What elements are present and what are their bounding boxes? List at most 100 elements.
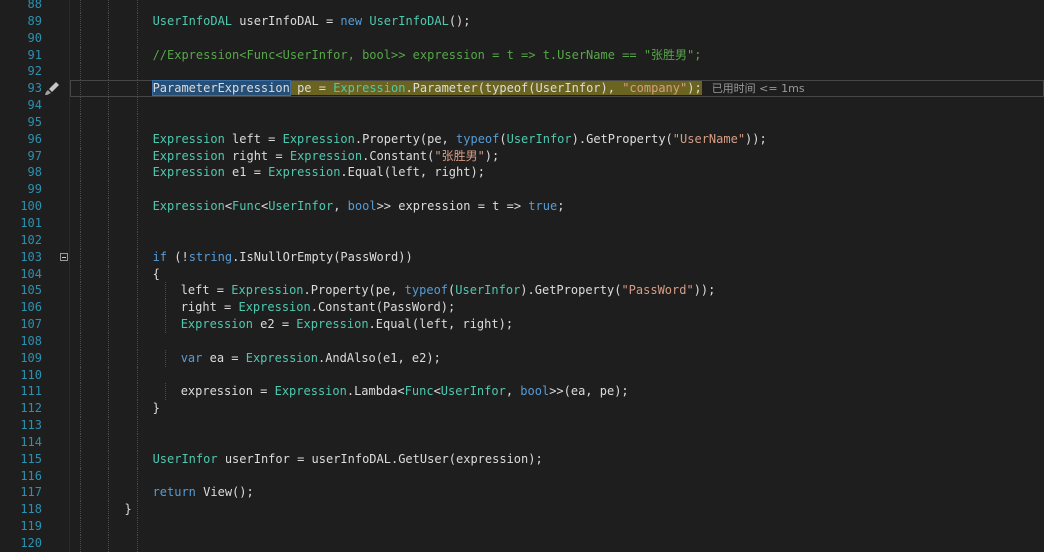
- code-line[interactable]: 119: [0, 518, 1044, 535]
- code-line[interactable]: 111 expression = Expression.Lambda<Func<U…: [0, 383, 1044, 401]
- code-line[interactable]: 106 right = Expression.Constant(PassWord)…: [0, 299, 1044, 317]
- code-text[interactable]: if (!string.IsNullOrEmpty(PassWord)): [153, 249, 413, 266]
- code-line[interactable]: 90: [0, 29, 1044, 47]
- code-line[interactable]: 105 left = Expression.Property(pe, typeof…: [0, 282, 1044, 300]
- indent-guide: [108, 400, 110, 418]
- indent-guide: [108, 433, 110, 451]
- collapse-minus-icon[interactable]: [60, 252, 68, 261]
- code-text[interactable]: Expression right = Expression.Constant("…: [153, 148, 500, 165]
- gutter-separator: [69, 164, 70, 182]
- code-text[interactable]: right = Expression.Constant(PassWord);: [181, 299, 456, 316]
- gutter-separator: [69, 467, 70, 485]
- code-text[interactable]: ParameterExpression pe = Expression.Para…: [151, 80, 805, 98]
- code-line[interactable]: 88: [0, 0, 1044, 13]
- gutter-separator: [69, 400, 70, 418]
- gutter-separator: [69, 12, 70, 30]
- code-line[interactable]: 98 Expression e1 = Expression.Equal(left,…: [0, 164, 1044, 182]
- code-token: UserInfor: [506, 131, 572, 146]
- code-token: ).GetProperty(: [520, 283, 622, 298]
- line-number: 112: [20, 401, 42, 416]
- indent-guide: [136, 282, 138, 300]
- code-line[interactable]: 97 Expression right = Expression.Constant…: [0, 147, 1044, 165]
- indent-guide: [108, 450, 110, 468]
- code-line[interactable]: 102: [0, 231, 1044, 249]
- indent-guide: [108, 383, 110, 401]
- indent-guide: [136, 248, 138, 266]
- code-line[interactable]: 99: [0, 181, 1044, 199]
- indent-guide: [108, 80, 110, 98]
- indent-guide: [108, 467, 110, 485]
- code-line[interactable]: 93 ParameterExpression pe = Expression.Pa…: [0, 80, 1044, 98]
- code-line[interactable]: 117 return View();: [0, 484, 1044, 502]
- indent-guide: [136, 231, 138, 249]
- code-editor[interactable]: 88 89 UserInfoDAL userInfoDAL = new UserIn…: [0, 0, 1044, 552]
- code-line[interactable]: 109 var ea = Expression.AndAlso(e1, e2);: [0, 349, 1044, 367]
- code-text[interactable]: left = Expression.Property(pe, typeof(Us…: [181, 282, 716, 299]
- code-text[interactable]: UserInfoDAL userInfoDAL = new UserInfoDA…: [153, 13, 471, 30]
- code-token: Expression: [152, 199, 225, 214]
- line-number: 116: [20, 468, 42, 483]
- code-token: UserInfor: [152, 451, 218, 466]
- code-line[interactable]: 110: [0, 366, 1044, 384]
- code-token: >> expression = t =>: [376, 199, 529, 214]
- code-line[interactable]: 108: [0, 332, 1044, 350]
- code-token: ,: [505, 384, 521, 399]
- code-line[interactable]: 113: [0, 417, 1044, 434]
- indent-guide: [136, 113, 138, 131]
- code-line[interactable]: 115 UserInfor userInfor = userInfoDAL.Get…: [0, 450, 1044, 468]
- gutter-separator: [69, 383, 70, 401]
- code-text[interactable]: Expression<Func<UserInfor, bool>> expres…: [153, 198, 565, 215]
- line-number: 118: [20, 502, 42, 517]
- code-line[interactable]: 104 {: [0, 265, 1044, 283]
- code-line[interactable]: 100 Expression<Func<UserInfor, bool>> exp…: [0, 198, 1044, 215]
- line-number: 92: [27, 64, 42, 79]
- brush-icon[interactable]: [44, 81, 60, 96]
- code-line[interactable]: 112}: [0, 400, 1044, 418]
- perf-tip-elapsed-time[interactable]: 已用时间 <= 1ms: [712, 82, 805, 95]
- indent-guide: [80, 332, 82, 350]
- code-text[interactable]: {: [153, 266, 160, 283]
- indent-guide: [136, 12, 138, 30]
- code-token: ;: [557, 199, 565, 214]
- line-number: 89: [27, 13, 42, 28]
- line-number: 111: [20, 384, 42, 399]
- indent-guide: [108, 484, 110, 502]
- gutter-separator: [69, 450, 70, 468]
- gutter-separator: [69, 535, 70, 552]
- code-line[interactable]: 107 Expression e2 = Expression.Equal(left…: [0, 316, 1044, 333]
- code-line[interactable]: 120: [0, 535, 1044, 552]
- code-line[interactable]: 91 //Expression<Func<UserInfor, bool>> ex…: [0, 46, 1044, 64]
- code-line[interactable]: 96 Expression left = Expression.Property(…: [0, 130, 1044, 148]
- indent-guide: [80, 80, 82, 98]
- code-text[interactable]: UserInfor userInfor = userInfoDAL.GetUse…: [153, 451, 543, 468]
- code-line[interactable]: 94: [0, 97, 1044, 114]
- code-token: typeof: [456, 131, 500, 146]
- code-line[interactable]: 118}: [0, 501, 1044, 519]
- code-token: pe =: [289, 81, 334, 96]
- code-line[interactable]: 103 if (!string.IsNullOrEmpty(PassWord)): [0, 248, 1044, 266]
- indent-guide: [108, 29, 110, 47]
- code-token: ea =: [202, 350, 246, 365]
- code-token: .Property(pe,: [303, 283, 405, 298]
- indent-guide: [80, 417, 82, 434]
- code-line[interactable]: 114: [0, 433, 1044, 451]
- code-text[interactable]: var ea = Expression.AndAlso(e1, e2);: [181, 350, 441, 367]
- code-token: UserInfor: [455, 283, 521, 298]
- indent-guide: [108, 535, 110, 552]
- code-text[interactable]: //Expression<Func<UserInfor, bool>> expr…: [153, 47, 702, 64]
- code-line[interactable]: 101: [0, 214, 1044, 232]
- code-text[interactable]: return View();: [153, 484, 254, 501]
- indent-guide: [108, 181, 110, 199]
- code-text[interactable]: Expression left = Expression.Property(pe…: [153, 131, 767, 148]
- code-line[interactable]: 89 UserInfoDAL userInfoDAL = new UserInfo…: [0, 12, 1044, 30]
- code-line[interactable]: 95: [0, 113, 1044, 131]
- code-text[interactable]: }: [153, 400, 160, 417]
- code-line[interactable]: 116: [0, 467, 1044, 485]
- code-text[interactable]: expression = Expression.Lambda<Func<User…: [181, 383, 629, 400]
- code-line[interactable]: 92: [0, 63, 1044, 81]
- code-text[interactable]: }: [124, 501, 131, 518]
- gutter-separator: [69, 29, 70, 47]
- code-text[interactable]: Expression e1 = Expression.Equal(left, r…: [153, 164, 485, 181]
- code-text[interactable]: Expression e2 = Expression.Equal(left, r…: [181, 316, 513, 333]
- indent-guide: [80, 383, 82, 401]
